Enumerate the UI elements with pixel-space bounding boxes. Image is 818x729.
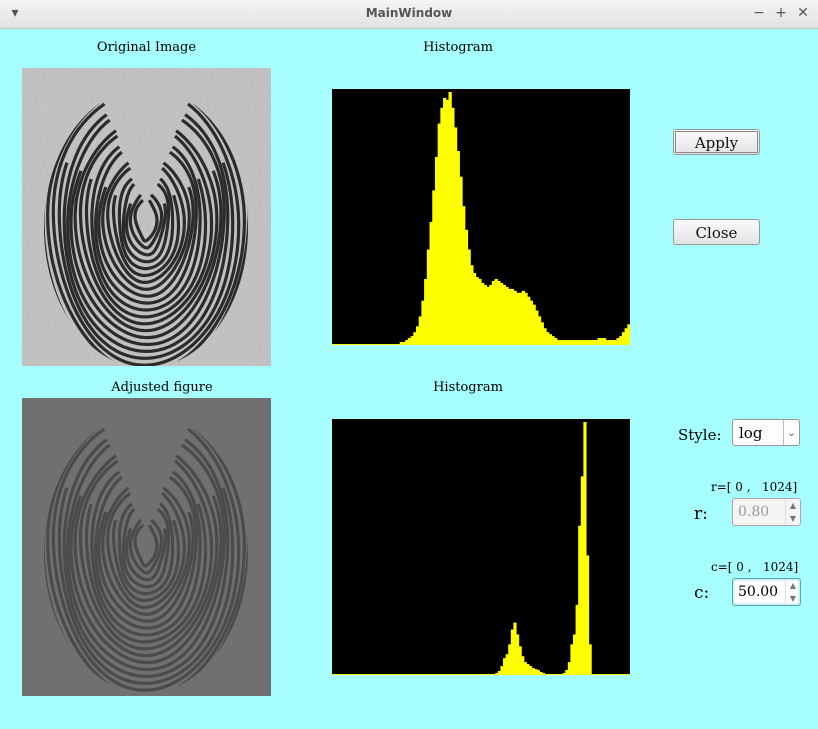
style-select[interactable]: log ⌄ — [732, 419, 800, 446]
c-range-label: c=[ 0 , 1024] — [711, 560, 799, 574]
chevron-down-icon[interactable]: ⌄ — [783, 420, 799, 445]
original-histogram — [332, 89, 630, 345]
adjusted-fingerprint-image — [22, 398, 271, 696]
window-title: MainWindow — [365, 6, 453, 20]
title-bar: ▾ MainWindow − + ✕ — [0, 0, 818, 29]
apply-button[interactable]: Apply — [673, 129, 760, 155]
histogram-top-label: Histogram — [423, 40, 493, 55]
r-spinbox[interactable]: 0.80 ▲ ▼ — [732, 498, 801, 526]
r-label: r: — [694, 504, 708, 524]
original-image-label: Original Image — [96, 40, 197, 55]
r-range-label: r=[ 0 , 1024] — [711, 480, 798, 494]
style-select-value: log — [739, 424, 763, 442]
r-increment-icon[interactable]: ▲ — [785, 499, 800, 512]
c-value: 50.00 — [738, 584, 779, 600]
c-increment-icon[interactable]: ▲ — [785, 579, 800, 592]
r-decrement-icon[interactable]: ▼ — [785, 512, 800, 525]
r-value: 0.80 — [738, 504, 770, 520]
c-label: c: — [694, 583, 710, 603]
minimize-icon[interactable]: − — [750, 4, 768, 22]
adjusted-histogram — [332, 419, 630, 675]
maximize-icon[interactable]: + — [772, 4, 790, 22]
original-fingerprint-image — [22, 68, 271, 366]
adjusted-figure-label: Adjusted figure — [111, 380, 213, 395]
c-spinbox[interactable]: 50.00 ▲ ▼ — [732, 578, 801, 606]
style-label: Style: — [678, 426, 722, 444]
close-button[interactable]: Close — [673, 219, 760, 245]
histogram-bottom-label: Histogram — [433, 380, 503, 395]
original-histogram-bar — [627, 324, 630, 345]
adjusted-histogram-bar — [588, 644, 592, 675]
close-window-icon[interactable]: ✕ — [794, 4, 812, 22]
adjusted-histogram-bar — [627, 674, 630, 675]
c-decrement-icon[interactable]: ▼ — [785, 592, 800, 605]
